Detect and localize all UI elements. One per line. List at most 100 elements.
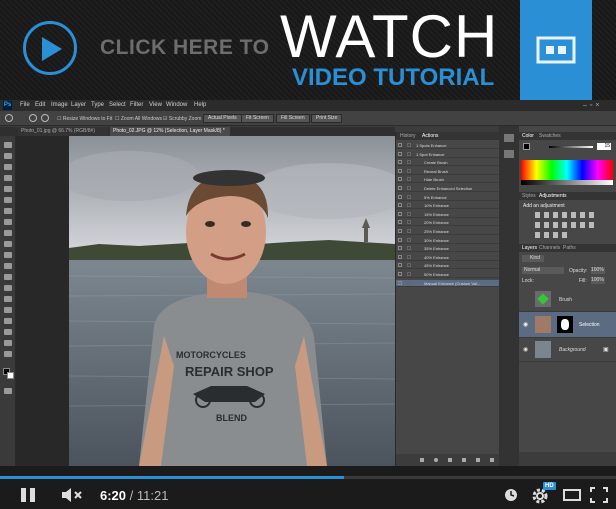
action-row[interactable]: 50% Enhance <box>396 271 499 278</box>
pause-button[interactable] <box>19 487 37 503</box>
fullscreen-button[interactable] <box>590 487 608 503</box>
path-select-tool-icon[interactable] <box>4 318 12 324</box>
quick-mask-icon[interactable] <box>4 388 12 394</box>
dialog-toggle[interactable] <box>407 211 411 216</box>
toggle-checkbox[interactable] <box>398 160 402 165</box>
tab-paths[interactable]: Paths <box>563 245 576 251</box>
eyedropper-tool-icon[interactable] <box>4 197 12 203</box>
eye-icon[interactable]: ◉ <box>523 321 528 328</box>
toggle-checkbox[interactable] <box>398 168 402 173</box>
eye-icon[interactable]: ◉ <box>523 346 528 353</box>
print-size-button[interactable]: Print Size <box>311 114 343 123</box>
toggle-checkbox[interactable] <box>398 254 402 259</box>
toggle-checkbox[interactable] <box>398 177 402 182</box>
play-icon[interactable] <box>23 21 77 75</box>
action-row[interactable]: 30% Enhance <box>396 237 499 244</box>
menu-image[interactable]: Image <box>51 100 68 111</box>
opacity-field[interactable]: 100% <box>591 267 605 274</box>
history-panel-icon[interactable] <box>504 134 514 142</box>
video-tutorial-subtitle[interactable]: VIDEO TUTORIAL <box>292 64 494 92</box>
gradient-tool-icon[interactable] <box>4 263 12 269</box>
color-spectrum[interactable] <box>521 160 613 180</box>
tab-styles[interactable]: Styles <box>522 193 536 199</box>
fill-screen-button[interactable]: Fill Screen <box>276 114 310 123</box>
miniplayer-button[interactable] <box>563 489 581 501</box>
toggle-checkbox[interactable] <box>398 229 402 233</box>
action-row[interactable]: Delete Enhanced Selection <box>396 185 499 192</box>
action-row[interactable]: Create Brush <box>396 159 499 167</box>
action-row[interactable]: 20% Enhance <box>396 219 499 227</box>
fit-screen-button[interactable]: Fit Screen <box>241 114 274 123</box>
dialog-toggle[interactable] <box>407 168 411 173</box>
toggle-checkbox[interactable] <box>398 186 402 190</box>
new-set-icon[interactable] <box>462 458 466 462</box>
zoom-in-icon[interactable] <box>29 114 37 122</box>
toggle-checkbox[interactable] <box>398 246 402 251</box>
move-tool-icon[interactable] <box>4 142 12 148</box>
action-row[interactable]: 1 Spot Enhance <box>396 151 499 158</box>
zoom-all-checkbox[interactable]: ☐ Zoom All Windows <box>115 116 162 122</box>
color-fg-swatch[interactable] <box>523 143 530 150</box>
action-row[interactable]: 5% Enhance <box>396 194 499 201</box>
menu-select[interactable]: Select <box>109 100 126 111</box>
tab-photo-02[interactable]: Photo_02.JPG @ 12% (Selection, Layer Mas… <box>110 127 230 136</box>
adjustment-icons-row1[interactable] <box>535 212 597 218</box>
dialog-toggle[interactable] <box>407 254 411 259</box>
color-slider[interactable] <box>549 146 593 148</box>
action-row[interactable]: Manual Enhance (Custom Val... <box>396 279 499 287</box>
menu-edit[interactable]: Edit <box>35 100 45 111</box>
tutorial-banner[interactable]: CLICK HERE TO WATCH VIDEO TUTORIAL <box>0 0 616 138</box>
dialog-toggle[interactable] <box>407 151 411 156</box>
toggle-checkbox[interactable] <box>398 211 402 216</box>
adjustment-icons-row3[interactable] <box>535 232 571 238</box>
toggle-checkbox[interactable] <box>398 263 402 268</box>
action-row[interactable]: Hide Brush <box>396 176 499 184</box>
dialog-toggle[interactable] <box>407 177 411 182</box>
dialog-toggle[interactable] <box>407 186 411 190</box>
menu-help[interactable]: Help <box>194 100 206 111</box>
dialog-toggle[interactable] <box>407 203 411 208</box>
menu-type[interactable]: Type <box>91 100 104 111</box>
layer-row[interactable]: Brush <box>519 288 616 312</box>
stamp-tool-icon[interactable] <box>4 230 12 236</box>
dialog-toggle[interactable] <box>407 272 411 276</box>
delete-icon[interactable] <box>490 458 494 462</box>
toggle-checkbox[interactable] <box>398 143 402 147</box>
dialog-toggle[interactable] <box>407 194 411 199</box>
marquee-tool-icon[interactable] <box>4 153 12 159</box>
action-row[interactable]: 40% Enhance <box>396 254 499 261</box>
scrubby-zoom-checkbox[interactable]: ☑ Scrubby Zoom <box>163 116 201 122</box>
toggle-checkbox[interactable] <box>398 237 402 242</box>
tab-swatches[interactable]: Swatches <box>539 133 561 139</box>
tab-photo-01[interactable]: Photo_01.jpg @ 66.7% (RGB/8#) <box>18 127 108 136</box>
action-row[interactable]: 35% Enhance <box>396 245 499 253</box>
crop-tool-icon[interactable] <box>4 186 12 192</box>
dialog-toggle[interactable] <box>407 246 411 251</box>
dodge-tool-icon[interactable] <box>4 285 12 291</box>
menu-layer[interactable]: Layer <box>71 100 86 111</box>
play-action-icon[interactable] <box>448 458 452 462</box>
dialog-toggle[interactable] <box>407 160 411 165</box>
pen-tool-icon[interactable] <box>4 296 12 302</box>
zoom-tool-icon[interactable] <box>5 114 13 122</box>
zoom-tool-side-icon[interactable] <box>4 351 12 357</box>
action-row[interactable]: 25% Enhance <box>396 228 499 235</box>
mute-button[interactable] <box>61 487 85 503</box>
dialog-toggle[interactable] <box>407 237 411 242</box>
toggle-checkbox[interactable] <box>398 194 402 199</box>
fill-field[interactable]: 100% <box>591 277 605 284</box>
blur-tool-icon[interactable] <box>4 274 12 280</box>
action-row[interactable]: 45% Enhance <box>396 262 499 270</box>
dialog-toggle[interactable] <box>407 263 411 268</box>
layer-filter-kind[interactable]: Kind <box>522 255 544 262</box>
toggle-checkbox[interactable] <box>398 280 402 285</box>
stop-icon[interactable] <box>420 458 424 462</box>
quick-select-tool-icon[interactable] <box>4 175 12 181</box>
tab-channels[interactable]: Channels <box>539 245 560 251</box>
brush-tool-icon[interactable] <box>4 219 12 225</box>
eraser-tool-icon[interactable] <box>4 252 12 258</box>
type-tool-icon[interactable] <box>4 307 12 313</box>
healing-tool-icon[interactable] <box>4 208 12 214</box>
toggle-checkbox[interactable] <box>398 151 402 156</box>
hand-tool-icon[interactable] <box>4 340 12 346</box>
